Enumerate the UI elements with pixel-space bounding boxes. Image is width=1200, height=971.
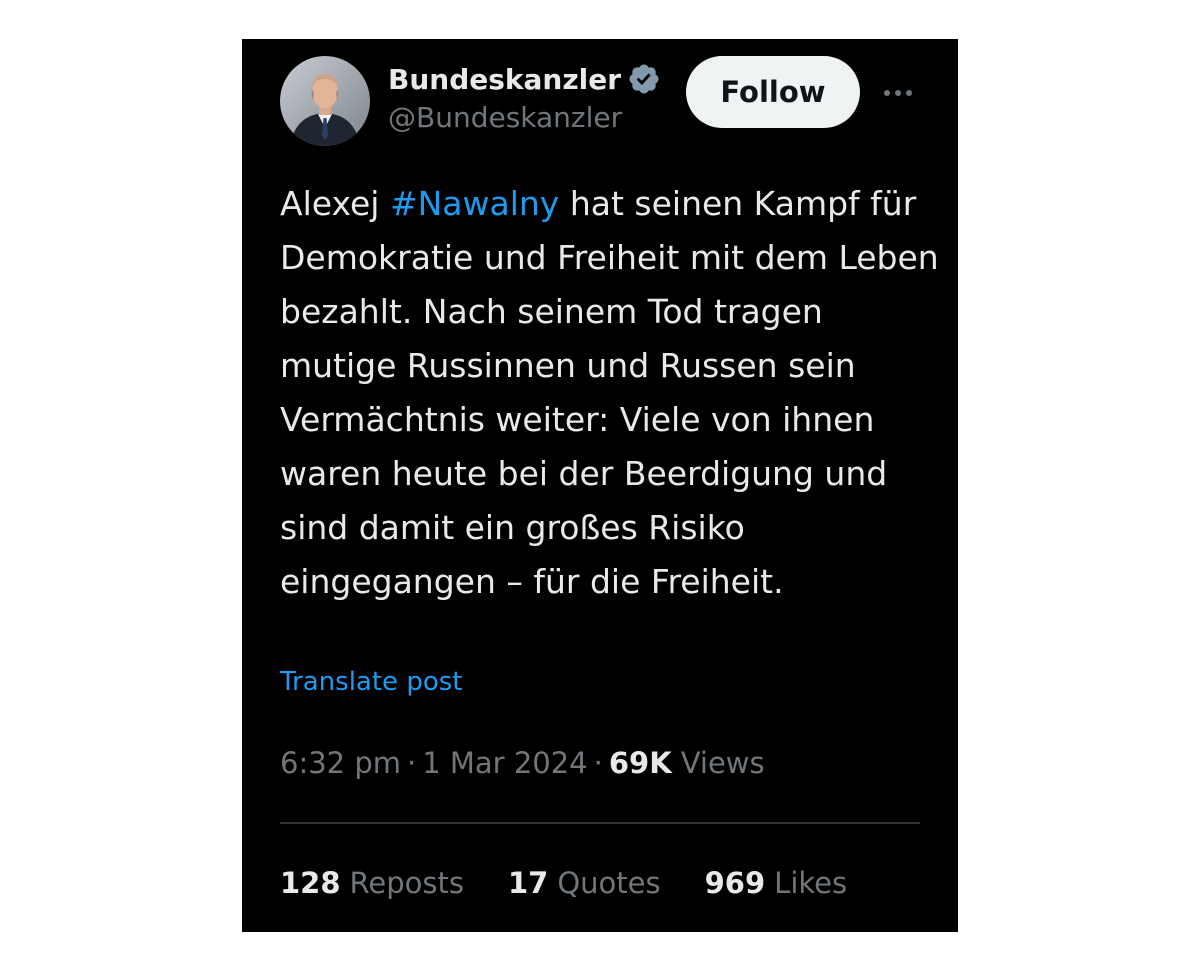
hashtag-link[interactable]: #Nawalny bbox=[390, 184, 559, 223]
more-dot bbox=[884, 90, 890, 96]
tweet-card: Bundeskanzler @Bundeskanzler Follow Alex… bbox=[242, 39, 958, 932]
more-options-icon[interactable] bbox=[874, 77, 922, 109]
reposts-label: Reposts bbox=[349, 866, 464, 900]
author-avatar[interactable] bbox=[280, 56, 370, 146]
likes-label: Likes bbox=[774, 866, 848, 900]
more-dot bbox=[895, 90, 901, 96]
reposts-count: 128 bbox=[280, 866, 341, 900]
tweet-text-start: Alexej bbox=[280, 184, 390, 223]
tweet-time[interactable]: 6:32 pm bbox=[280, 746, 401, 780]
likes-count: 969 bbox=[704, 866, 766, 900]
reposts-stat[interactable]: 128 Reposts bbox=[280, 866, 464, 900]
divider bbox=[280, 822, 920, 824]
tweet-text-rest: hat seinen Kampf für Demokratie und Frei… bbox=[280, 184, 939, 601]
tweet-date[interactable]: 1 Mar 2024 bbox=[422, 746, 587, 780]
tweet-text: Alexej #Nawalny hat seinen Kampf für Dem… bbox=[280, 177, 940, 609]
tweet-meta: 6:32 pm · 1 Mar 2024 · 69K Views bbox=[280, 739, 765, 787]
author-handle[interactable]: @Bundeskanzler bbox=[388, 101, 622, 134]
follow-button[interactable]: Follow bbox=[686, 56, 860, 128]
views-label: Views bbox=[680, 746, 765, 780]
likes-stat[interactable]: 969 Likes bbox=[705, 866, 847, 900]
author-display-name[interactable]: Bundeskanzler bbox=[388, 63, 621, 96]
quotes-count: 17 bbox=[507, 866, 549, 900]
quotes-label: Quotes bbox=[557, 866, 661, 900]
translate-post-link[interactable]: Translate post bbox=[280, 667, 462, 697]
more-dot bbox=[906, 90, 912, 96]
meta-separator: · bbox=[407, 746, 417, 780]
verified-badge-icon bbox=[627, 62, 661, 96]
author-name-row[interactable]: Bundeskanzler bbox=[388, 59, 661, 99]
quotes-stat[interactable]: 17 Quotes bbox=[508, 866, 661, 900]
views-count: 69K bbox=[608, 746, 672, 780]
engagement-stats: 128 Reposts 17 Quotes 969 Likes bbox=[280, 859, 891, 907]
meta-separator: · bbox=[593, 746, 603, 780]
